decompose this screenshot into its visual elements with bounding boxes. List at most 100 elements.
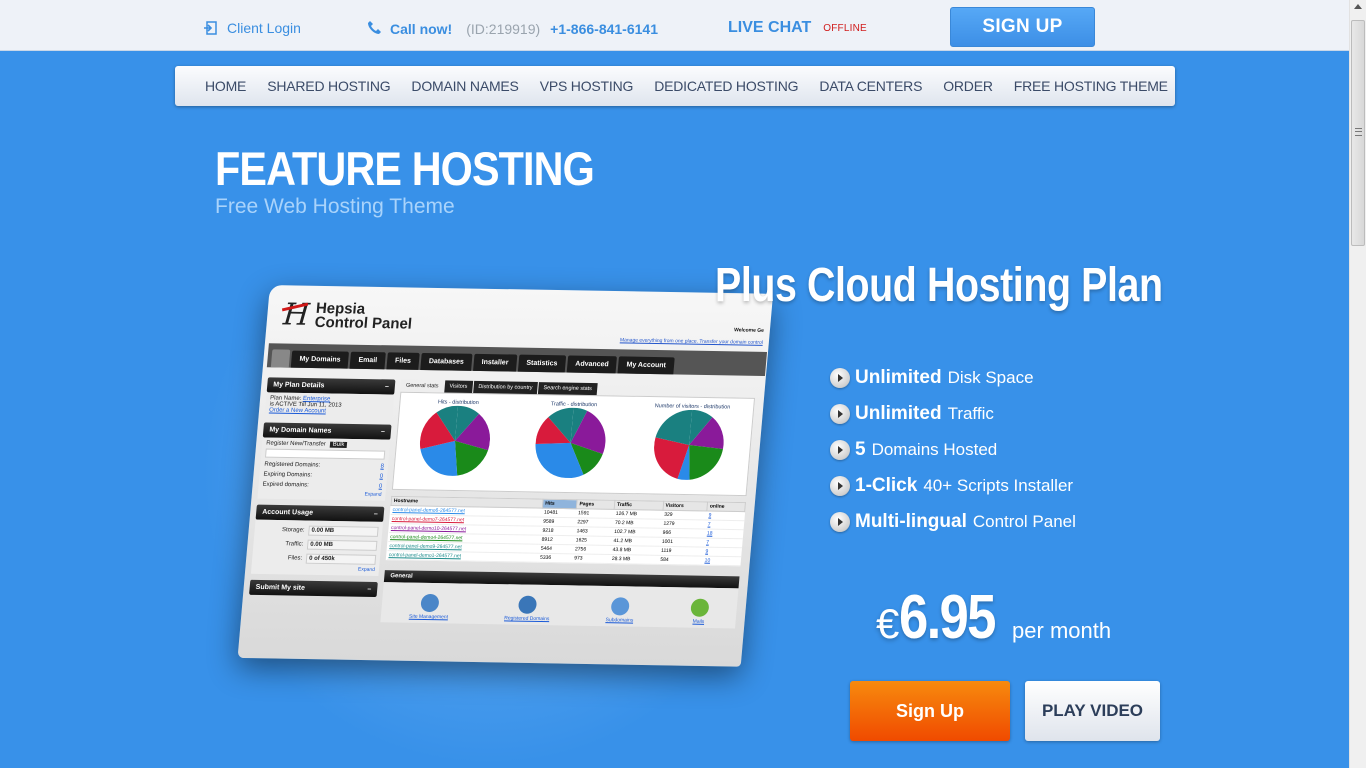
feature-item: Multi-lingual Control Panel (830, 504, 1076, 540)
cp-tab: Installer (472, 353, 518, 372)
feature-list: Unlimited Disk Space Unlimited Traffic 5 Do… (830, 360, 1076, 540)
domain-box: Register New/Transfer Bulk Registered Dom… (257, 437, 391, 501)
live-chat[interactable]: LIVE CHAT OFFLINE (728, 19, 867, 37)
feature-text: Traffic (947, 404, 994, 423)
submit-box-header: Submit My site – (249, 579, 378, 598)
phone-icon (367, 20, 382, 38)
stat-tab: Search engine stats (537, 382, 598, 396)
at-sign-icon (689, 598, 710, 617)
usage-value: 0.00 MB (306, 539, 378, 551)
usage-box-title: Account Usage (261, 508, 314, 517)
play-bullet-icon (830, 476, 850, 496)
plan-box: Plan Name: Enterprise is ACTIVE Till Jun… (264, 392, 395, 419)
hero-subtitle: Free Web Hosting Theme (215, 195, 455, 218)
feature-item: 5 Domains Hosted (830, 432, 1076, 468)
table-cell: control-panel-demo1-264577.net (386, 550, 539, 563)
play-video-button[interactable]: PLAY VIDEO (1025, 681, 1160, 741)
home-icon (270, 349, 291, 368)
call-info: Call now! (ID:219919) +1-866-841-6141 (367, 20, 658, 38)
nav-home[interactable]: HOME (205, 78, 246, 94)
nav-vps-hosting[interactable]: VPS HOSTING (540, 78, 634, 94)
stat-tab: General stats (400, 379, 445, 393)
manage-message: Manage everything from one place. Transf… (619, 337, 764, 346)
online-link: 9 (708, 512, 712, 519)
plan-title: Plus Cloud Hosting Plan (715, 259, 1163, 312)
general-label: Site Management (408, 613, 449, 621)
globe-icon (518, 595, 538, 614)
chat-status: OFFLINE (823, 22, 867, 34)
usage-label: Storage: (281, 527, 305, 534)
gear-icon (419, 593, 440, 613)
client-login-link[interactable]: Client Login (203, 20, 301, 36)
nav-domain-names[interactable]: DOMAIN NAMES (411, 78, 518, 94)
cp-sidebar: My Plan Details – Plan Name: Enterprise i… (249, 371, 396, 598)
cp-tab: My Domains (290, 350, 350, 369)
order-link: Order a New Account (268, 407, 327, 415)
general-label: Subdomains (605, 617, 634, 624)
expand-link: Expand (357, 566, 376, 573)
pie-hits (419, 405, 490, 476)
hostname-link: control-panel-demo1-264577.net (388, 552, 462, 560)
price: € 6.95 per month (876, 582, 1111, 653)
account-id: (ID:219919) (466, 21, 541, 37)
play-bullet-icon (830, 404, 850, 424)
login-icon (203, 21, 217, 35)
nav-data-centers[interactable]: DATA CENTERS (819, 78, 922, 94)
online-link: 18 (706, 530, 713, 537)
cp-tab: Advanced (566, 355, 618, 374)
stat-tab: Visitors (443, 380, 473, 393)
globe-page-icon (610, 597, 631, 616)
nav-shared-hosting[interactable]: SHARED HOSTING (267, 78, 390, 94)
hostname-link: control-panel-demo6-264577.net (392, 506, 466, 515)
pie-charts: Hits - distribution Traffic - distributi… (391, 391, 756, 497)
table-body: control-panel-demo6-264577.net 10481 1591 1… (386, 505, 745, 566)
online-link: 7 (705, 539, 710, 546)
hepsia-logo-icon: H (281, 297, 311, 333)
hostname-link: control-panel-demo7-264577.net (391, 516, 465, 524)
register-tab: Register New/Transfer (265, 440, 327, 448)
stat-tab: Distribution by country (472, 380, 539, 395)
usage-box: Storage: 0.00 MB Traffic: 0.00 MB Files: 0 … (250, 519, 384, 577)
hosts-table: Hostname Hits Pages Traffic Visitors online c… (385, 495, 746, 567)
scroll-up-arrow-icon[interactable] (1354, 4, 1362, 9)
main-nav: HOME SHARED HOSTING DOMAIN NAMES VPS HOS… (175, 66, 1175, 106)
feature-bold: 5 (855, 439, 866, 460)
online-link: 10 (704, 557, 711, 564)
signup-button[interactable]: Sign Up (850, 681, 1010, 741)
hepsia-logo: H Hepsia Control Panel (282, 297, 414, 334)
row-value: 0 (379, 473, 384, 480)
pie-chart-visitors: Number of visitors - distribution (647, 403, 730, 495)
client-login-label: Client Login (227, 20, 301, 36)
scroll-thumb[interactable] (1351, 20, 1365, 246)
table-cell: 973 (571, 553, 611, 564)
play-bullet-icon (830, 440, 850, 460)
brand-line2: Control Panel (314, 313, 413, 333)
page-scrollbar[interactable] (1349, 0, 1366, 768)
phone-number[interactable]: +1-866-841-6141 (550, 21, 658, 37)
hero-title: FEATURE HOSTING (215, 142, 595, 195)
online-link: 7 (707, 521, 711, 528)
general-items: Site Management Registered Domains Subdo… (380, 582, 739, 629)
price-amount: 6.95 (899, 583, 996, 652)
row-value: 8 (380, 463, 385, 470)
play-bullet-icon (830, 368, 850, 388)
nav-dedicated-hosting[interactable]: DEDICATED HOSTING (654, 78, 798, 94)
usage-value: 0.00 MB (308, 525, 379, 537)
signup-top-button[interactable]: SIGN UP (950, 7, 1095, 47)
table-cell: 10 (702, 556, 741, 566)
feature-text: 40+ Scripts Installer (923, 476, 1074, 495)
submit-box-title: Submit My site (255, 583, 306, 592)
pie-visitors (654, 409, 724, 480)
hostname-link: control-panel-demo4-264577.net (389, 534, 463, 542)
nav-free-hosting-theme[interactable]: FREE HOSTING THEME (1014, 78, 1168, 94)
nav-order[interactable]: ORDER (943, 78, 993, 94)
row-label: Expired domains: (262, 481, 310, 489)
play-bullet-icon (830, 512, 850, 532)
cp-tab: My Account (617, 356, 675, 375)
bulk-tab: Bulk (329, 441, 348, 448)
expand-link: Expand (364, 491, 382, 498)
price-currency: € (876, 600, 900, 647)
feature-text: Disk Space (947, 368, 1034, 387)
plan-box-title: My Plan Details (272, 381, 325, 390)
table-cell: 28.3 MB (609, 554, 659, 565)
